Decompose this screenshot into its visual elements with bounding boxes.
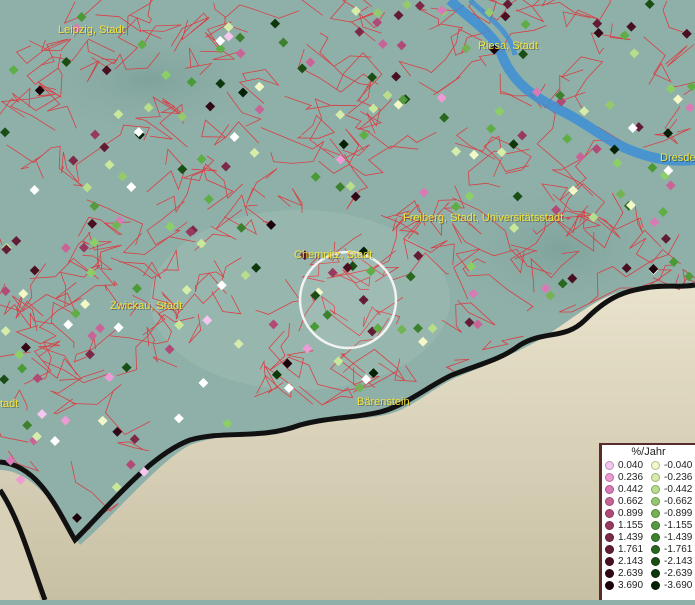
legend-entry-negative: -1.155 [648,520,694,531]
legend-swatch [605,484,614,494]
legend-entry-positive: 1.439 [602,532,648,543]
legend-entry-positive: 0.899 [602,508,648,519]
legend-swatch [651,496,660,506]
legend-swatch [651,532,660,542]
legend-value: -1.439 [664,531,693,543]
legend-value: 0.899 [618,507,644,519]
legend-swatch [605,580,614,590]
legend-row: 0.442 -0.442 [602,483,695,495]
legend-swatch [605,520,614,530]
legend-swatch [651,472,660,482]
legend-row: 0.662 -0.662 [602,495,695,507]
legend-swatch [605,472,614,482]
legend-entry-negative: -1.761 [648,544,694,555]
legend-row: 0.899 -0.899 [602,507,695,519]
legend-entry-negative: -2.639 [648,568,694,579]
legend-value: -0.899 [664,507,693,519]
legend-value: 2.639 [618,567,644,579]
legend-value: 3.690 [618,579,644,591]
legend-value: 0.236 [618,471,644,483]
legend-entry-positive: 3.690 [602,580,648,591]
city-label-riesa: Riesa, Stadt [478,40,538,52]
legend-row: 0.236 -0.236 [602,471,695,483]
legend-entry-negative: -3.690 [648,580,694,591]
legend-value: -1.761 [664,543,693,555]
legend-swatch [651,520,660,530]
legend-value: -0.236 [664,471,693,483]
legend-swatch [651,508,660,518]
map-view[interactable]: Leipzig, Stadt Riesa, Stadt Dresde Freib… [0,0,695,601]
legend-value: -0.040 [664,459,693,471]
legend-value: 1.761 [618,543,644,555]
legend-entry-positive: 0.040 [602,460,648,471]
legend-value: 1.439 [618,531,644,543]
legend-entry-positive: 2.639 [602,568,648,579]
legend-entry-negative: -0.442 [648,484,694,495]
legend-value: 0.662 [618,495,644,507]
legend-value: -3.690 [664,579,693,591]
city-label-west: tadt [0,398,19,410]
legend-entry-positive: 0.662 [602,496,648,507]
legend-entry-positive: 0.236 [602,472,648,483]
terrain-layer [0,0,695,601]
legend-entry-negative: -0.899 [648,508,694,519]
legend-swatch [651,580,660,590]
legend-swatch [605,568,614,578]
legend-row: 3.690 -3.690 [602,579,695,591]
legend-entry-positive: 2.143 [602,556,648,567]
legend-swatch [605,460,614,470]
city-label-baerenstein: Bärenstein [357,396,410,408]
legend-swatch [605,508,614,518]
legend-swatch [605,544,614,554]
legend-entry-negative: -2.143 [648,556,694,567]
legend-title: %/Jahr [631,446,666,458]
legend-swatch [605,496,614,506]
legend-swatch [651,460,660,470]
legend-entry-positive: 1.761 [602,544,648,555]
legend-row: 1.439 -1.439 [602,531,695,543]
legend-value: 0.040 [618,459,644,471]
legend-row: 2.639 -2.639 [602,567,695,579]
legend-value: -1.155 [664,519,693,531]
legend-entry-negative: -0.236 [648,472,694,483]
legend-swatch [651,568,660,578]
legend-entry-negative: -1.439 [648,532,694,543]
legend-entry-positive: 0.442 [602,484,648,495]
legend: %/Jahr 0.040 -0.040 0.236 -0.236 0.442 -0.442… [599,443,695,600]
city-label-dresden: Dresde [660,152,695,164]
legend-entry-negative: -0.662 [648,496,694,507]
city-label-freiberg: Freiberg, Stadt, Universitätsstadt [403,212,564,224]
legend-row: 1.761 -1.761 [602,543,695,555]
legend-entry-negative: -0.040 [648,460,694,471]
legend-row: 1.155 -1.155 [602,519,695,531]
legend-swatch [605,556,614,566]
city-label-zwickau: Zwickau, Stadt [110,300,183,312]
legend-value: 1.155 [618,519,644,531]
legend-swatch [605,532,614,542]
legend-value: 2.143 [618,555,644,567]
legend-entry-positive: 1.155 [602,520,648,531]
legend-value: -2.143 [664,555,693,567]
city-label-chemnitz: Chemnitz, Stadt [294,249,373,261]
legend-row: 2.143 -2.143 [602,555,695,567]
legend-swatch [651,484,660,494]
legend-row: 0.040 -0.040 [602,459,695,471]
legend-swatch [651,544,660,554]
legend-value: -2.639 [664,567,693,579]
legend-value: 0.442 [618,483,644,495]
city-label-leipzig: Leipzig, Stadt [58,24,125,36]
legend-value: -0.442 [664,483,693,495]
legend-swatch [651,556,660,566]
legend-value: -0.662 [664,495,693,507]
